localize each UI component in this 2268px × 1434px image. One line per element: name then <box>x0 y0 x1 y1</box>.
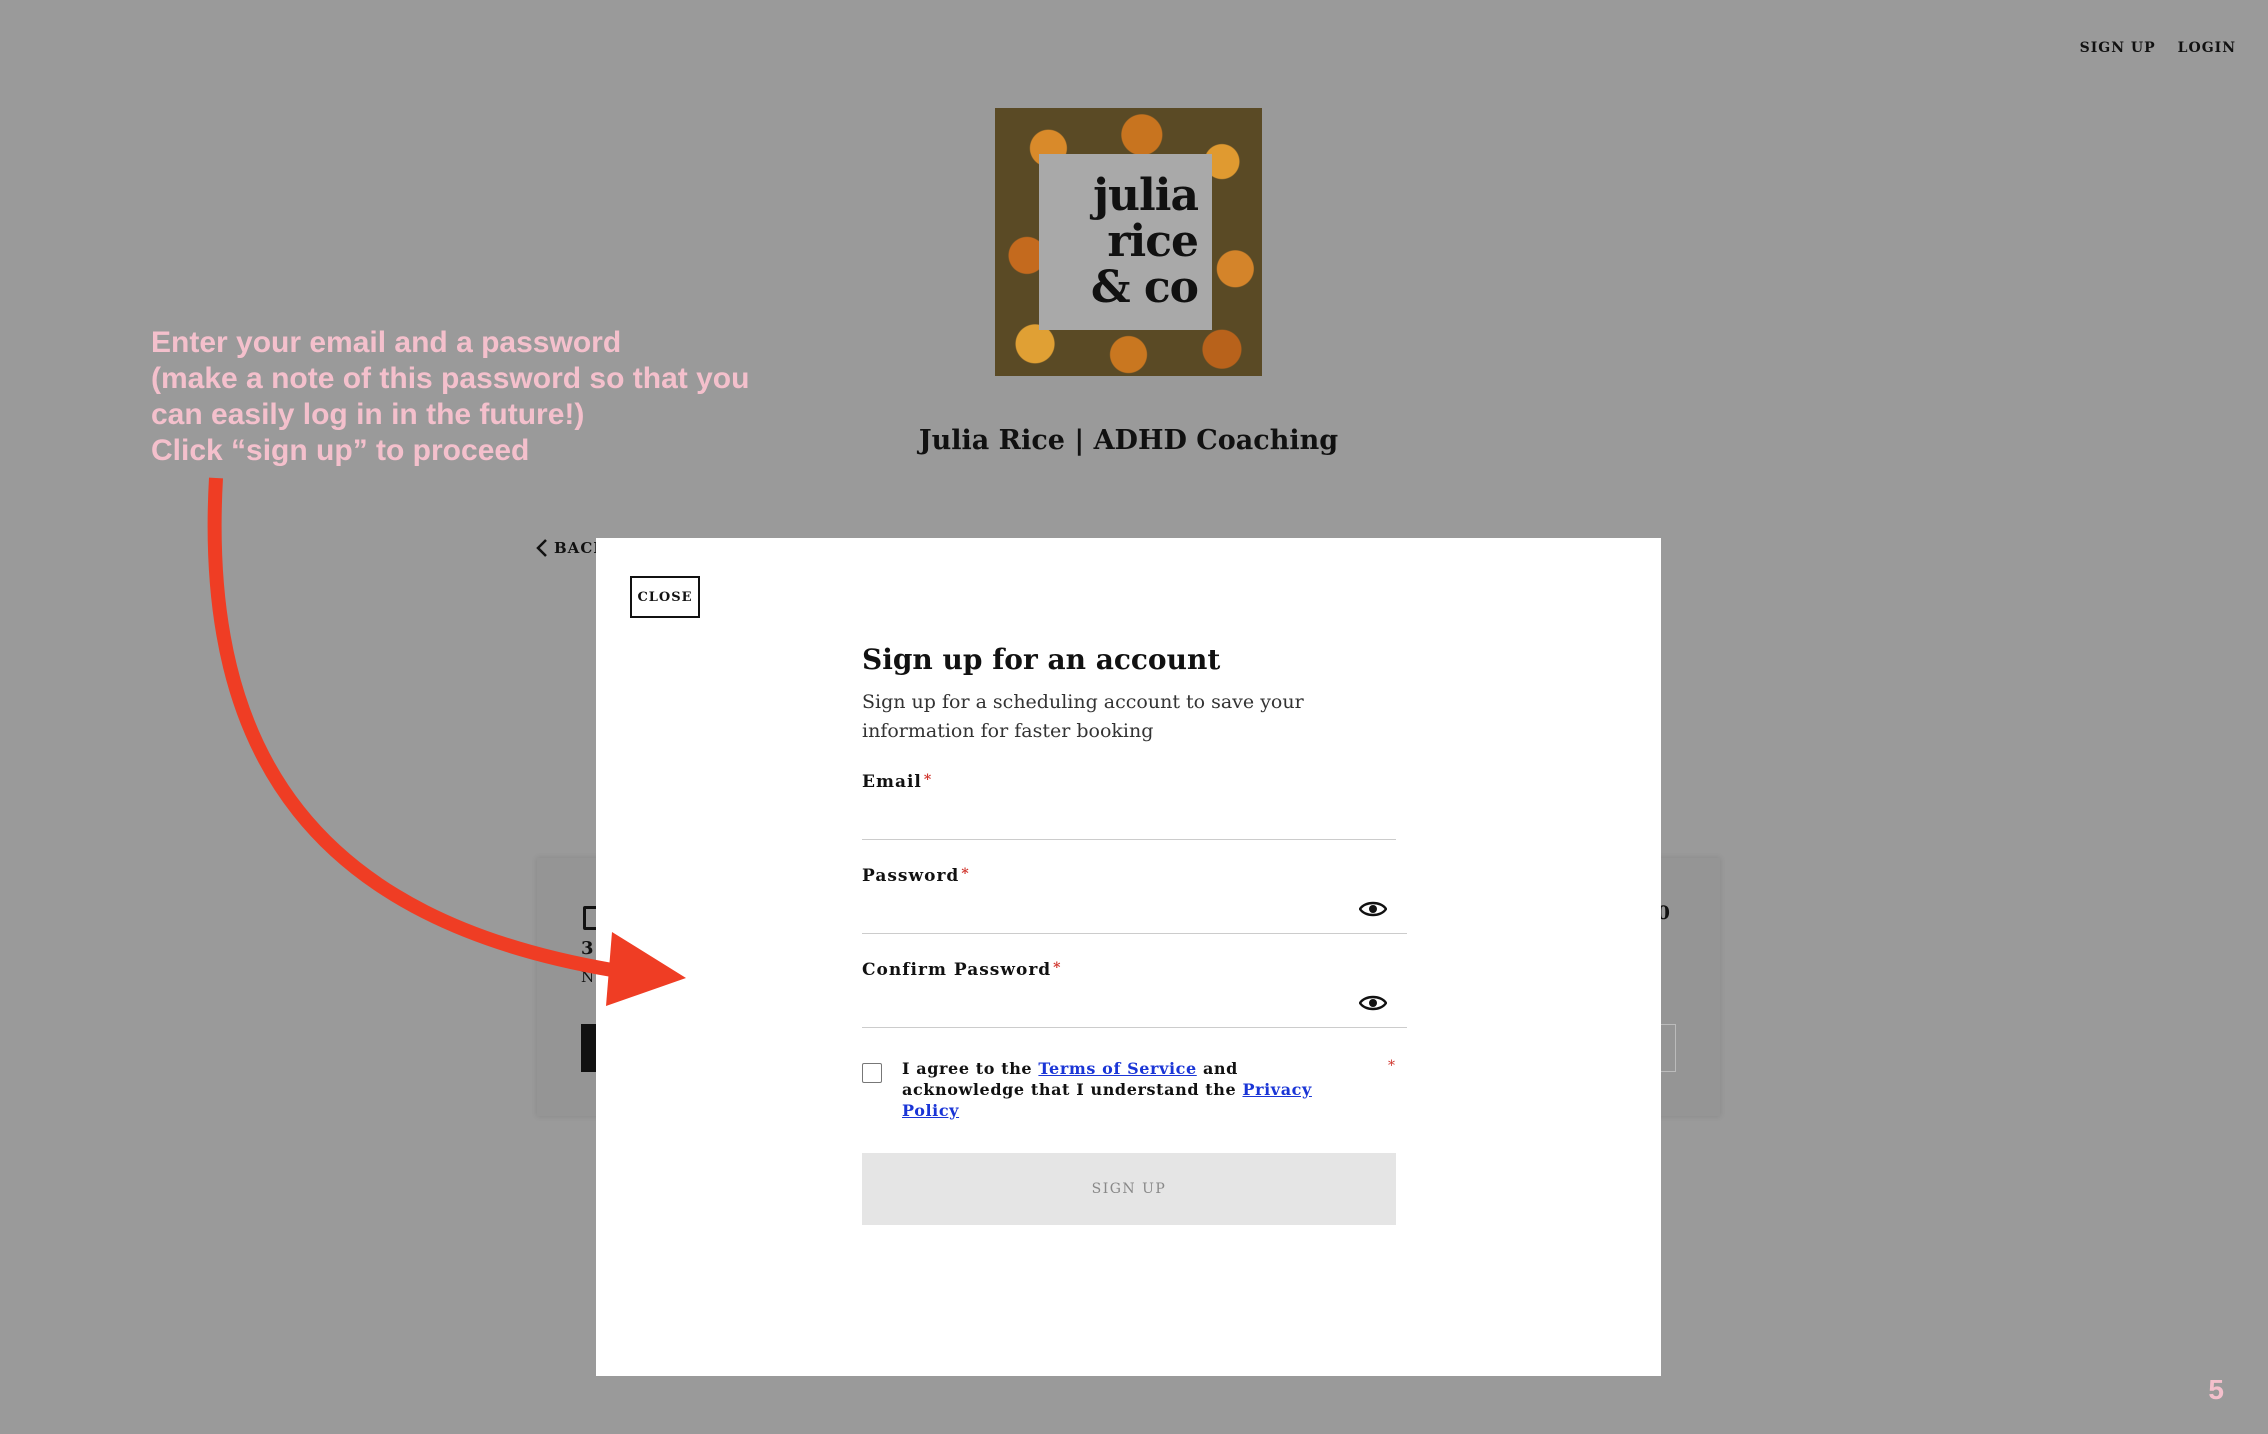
required-asterisk: * <box>923 772 933 788</box>
required-asterisk: * <box>1388 1058 1395 1074</box>
terms-text: I agree to the Terms of Service and ackn… <box>902 1059 1312 1120</box>
terms-checkbox[interactable] <box>862 1063 882 1083</box>
password-input[interactable] <box>862 886 1407 934</box>
annotation-line-1: Enter your email and a password <box>151 326 622 359</box>
terms-agreement: I agree to the Terms of Service and ackn… <box>862 1058 1407 1121</box>
required-asterisk: * <box>1053 960 1062 976</box>
annotation-line-3: can easily log in in the future!) <box>151 398 585 431</box>
logo-line-2: rice <box>1107 216 1199 267</box>
chevron-left-icon <box>536 539 547 557</box>
close-button[interactable]: CLOSE <box>630 576 700 618</box>
password-label: Password * <box>862 866 970 886</box>
confirm-password-field-group: Confirm Password * <box>862 960 1407 1028</box>
show-confirm-password-eye-icon[interactable] <box>1359 994 1387 1012</box>
email-input[interactable] <box>862 792 1396 840</box>
required-asterisk: * <box>961 866 970 882</box>
email-label: Email * <box>862 772 933 792</box>
logo-line-3: & co <box>1090 262 1199 313</box>
logo-line-1: julia <box>1093 170 1199 221</box>
brand-logo: julia rice & co <box>995 108 1262 376</box>
appointment-card-name: N <box>581 968 595 986</box>
top-nav: SIGN UP LOGIN <box>2080 40 2236 56</box>
modal-title: Sign up for an account <box>862 643 1221 676</box>
signup-button[interactable]: SIGN UP <box>862 1153 1396 1225</box>
slide-page-number: 5 <box>2208 1374 2224 1405</box>
tutorial-annotation: Enter your email and a password (make a … <box>151 325 791 469</box>
terms-of-service-link[interactable]: Terms of Service <box>1038 1059 1196 1078</box>
brand-logo-wordmark: julia rice & co <box>1039 154 1212 330</box>
appointment-card-date: 3 <box>581 938 594 959</box>
annotation-line-4: Click “sign up” to proceed <box>151 434 530 467</box>
show-password-eye-icon[interactable] <box>1359 900 1387 918</box>
signup-form: Sign up for an account Sign up for a sch… <box>862 642 1407 1225</box>
nav-signup-link[interactable]: SIGN UP <box>2080 40 2156 56</box>
nav-login-link[interactable]: LOGIN <box>2178 40 2236 56</box>
signup-modal: CLOSE Sign up for an account Sign up for… <box>596 538 1661 1376</box>
modal-subtitle: Sign up for a scheduling account to save… <box>862 691 1304 742</box>
password-field-group: Password * <box>862 866 1407 934</box>
confirm-password-input[interactable] <box>862 980 1407 1028</box>
email-field-group: Email * <box>862 772 1396 840</box>
annotation-line-2: (make a note of this password so that yo… <box>151 362 750 395</box>
confirm-password-label: Confirm Password * <box>862 960 1062 980</box>
